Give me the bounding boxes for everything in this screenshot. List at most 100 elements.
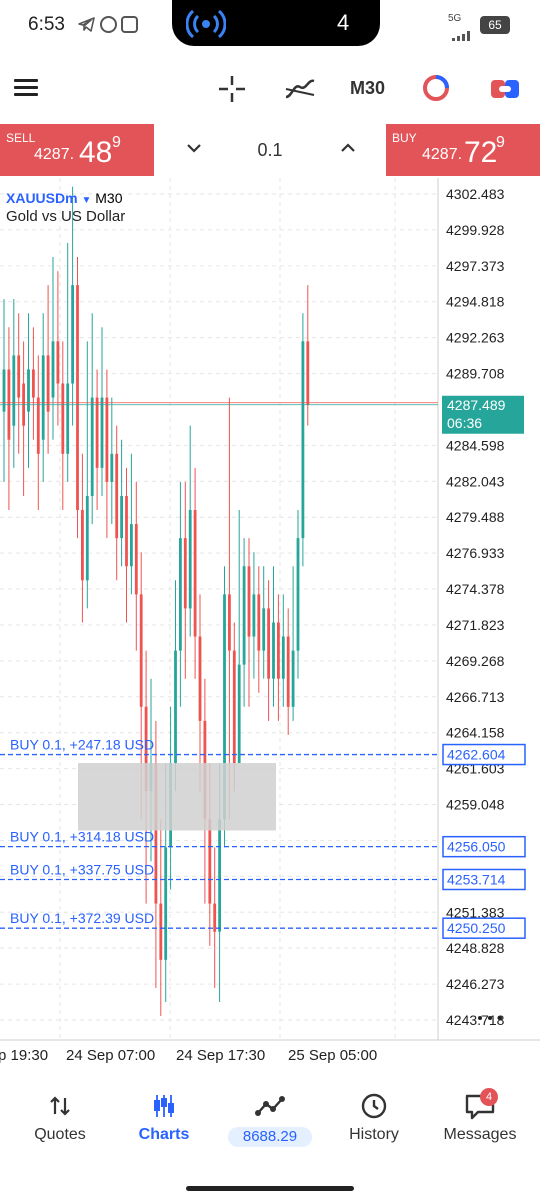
price-tick-label: 4292.263 bbox=[446, 330, 505, 346]
nav-quotes-label: Quotes bbox=[34, 1126, 86, 1143]
buy-price-sup: 9 bbox=[496, 134, 505, 151]
broadcast-icon bbox=[185, 8, 227, 46]
sell-price-sup: 9 bbox=[112, 134, 121, 151]
candle-body bbox=[12, 355, 16, 426]
price-tick-label: 4299.928 bbox=[446, 222, 505, 238]
candle-body bbox=[232, 650, 236, 764]
history-icon bbox=[320, 1090, 428, 1122]
candle-body bbox=[262, 608, 266, 651]
candle-body bbox=[66, 383, 70, 454]
price-tick-label: 4297.373 bbox=[446, 258, 505, 274]
candle-body bbox=[100, 397, 104, 468]
nav-charts-label: Charts bbox=[138, 1126, 190, 1143]
hamburger-menu-icon[interactable] bbox=[14, 79, 38, 97]
battery-icon: 65 bbox=[480, 16, 510, 34]
price-tick-label: 4294.818 bbox=[446, 294, 505, 310]
more-dot bbox=[488, 1016, 492, 1020]
current-price-label: 4287.489 bbox=[447, 397, 506, 413]
candle-body bbox=[134, 524, 138, 595]
messages-badge: 4 bbox=[480, 1088, 498, 1106]
home-indicator[interactable] bbox=[186, 1186, 354, 1191]
nav-quotes[interactable]: Quotes bbox=[6, 1090, 114, 1144]
new-order-icon[interactable] bbox=[490, 75, 520, 103]
chart-symbol[interactable]: XAUUSDm ▼ M30 bbox=[6, 190, 123, 206]
price-tick-label: 4266.713 bbox=[446, 689, 505, 705]
symbol-name[interactable]: XAUUSDm bbox=[6, 190, 78, 206]
more-dot bbox=[478, 1016, 482, 1020]
countdown-label: 06:36 bbox=[447, 415, 482, 431]
buy-label: BUY bbox=[392, 131, 417, 145]
network-type: 5G bbox=[448, 13, 462, 24]
signal-icon bbox=[452, 28, 472, 41]
price-tick-label: 4264.158 bbox=[446, 725, 505, 741]
price-tick-label: 4302.483 bbox=[446, 186, 505, 202]
nav-history[interactable]: History bbox=[320, 1090, 428, 1144]
price-tick-label: 4279.488 bbox=[446, 509, 505, 525]
time-tick-label: p 19:30 bbox=[0, 1047, 48, 1064]
position-label: BUY 0.1, +314.18 USD bbox=[10, 829, 154, 845]
price-tick-label: 4271.823 bbox=[446, 617, 505, 633]
candle-body bbox=[291, 650, 295, 707]
candle-body bbox=[130, 524, 133, 567]
candle-body bbox=[267, 608, 270, 679]
price-tick-label: 4246.273 bbox=[446, 976, 505, 992]
candle-body bbox=[306, 341, 310, 405]
candle-body bbox=[90, 397, 94, 496]
position-label: BUY 0.1, +337.75 USD bbox=[10, 861, 154, 877]
candle-body bbox=[17, 355, 21, 398]
volume-field[interactable]: 0.1 bbox=[220, 140, 320, 161]
time-tick-label: 24 Sep 17:30 bbox=[176, 1047, 265, 1064]
candle-body bbox=[105, 397, 109, 482]
algo-trading-icon[interactable] bbox=[422, 74, 450, 102]
sell-label: SELL bbox=[6, 131, 36, 145]
candle-body bbox=[301, 341, 305, 539]
more-dot bbox=[498, 1016, 502, 1020]
position-price-label: 4253.714 bbox=[447, 871, 506, 887]
candle-body bbox=[193, 510, 197, 637]
price-tick-label: 4243.718 bbox=[446, 1012, 505, 1028]
status-time: 6:53 bbox=[28, 14, 65, 35]
nav-charts[interactable]: Charts bbox=[110, 1090, 218, 1144]
time-tick-label: 25 Sep 05:00 bbox=[288, 1047, 377, 1064]
buy-price-big: 72 bbox=[464, 136, 498, 169]
candle-body bbox=[95, 397, 99, 468]
timeframe-button[interactable]: M30 bbox=[350, 78, 385, 99]
price-chart[interactable]: BUY 0.1, +247.18 USD BUY 0.1, +314.18 USD… bbox=[0, 178, 540, 1070]
candle-body bbox=[115, 453, 119, 539]
symbol-description: Gold vs US Dollar bbox=[6, 208, 126, 225]
candle-body bbox=[237, 664, 241, 764]
candle-body bbox=[125, 495, 128, 567]
crosshair-icon[interactable] bbox=[218, 75, 246, 103]
whatsapp-icon bbox=[100, 16, 117, 33]
candle-body bbox=[296, 538, 300, 651]
volume-increase-icon[interactable] bbox=[340, 140, 356, 156]
price-tick-label: 4289.708 bbox=[446, 366, 505, 382]
sell-button[interactable]: SELL 4287. 48 9 bbox=[0, 124, 154, 176]
charts-icon bbox=[110, 1090, 218, 1122]
volume-decrease-icon[interactable] bbox=[186, 140, 202, 156]
symbol-dropdown-icon[interactable]: ▼ bbox=[81, 195, 91, 206]
quotes-icon bbox=[6, 1090, 114, 1122]
candle-body bbox=[139, 594, 143, 707]
candle-body bbox=[179, 538, 182, 651]
candle-body bbox=[188, 510, 192, 609]
price-tick-label: 4259.048 bbox=[446, 797, 505, 813]
indicators-icon[interactable] bbox=[284, 75, 316, 103]
candle-body bbox=[286, 636, 290, 707]
account-balance[interactable]: 8688.29 bbox=[228, 1127, 312, 1147]
price-tick-label: 4274.378 bbox=[446, 581, 505, 597]
buy-price-small: 4287. bbox=[422, 146, 463, 163]
candle-body bbox=[61, 383, 65, 454]
time-tick-label: 24 Sep 07:00 bbox=[66, 1047, 155, 1064]
network-label: 5G bbox=[448, 13, 462, 24]
position-price-label: 4256.050 bbox=[447, 839, 506, 855]
nav-trade[interactable] bbox=[216, 1090, 324, 1122]
youtube-icon bbox=[121, 16, 138, 33]
candle-body bbox=[198, 636, 202, 721]
candle-body bbox=[120, 495, 123, 539]
buy-button[interactable]: BUY 4287. 72 9 bbox=[386, 124, 540, 176]
candle-body bbox=[183, 538, 187, 609]
candle-body bbox=[27, 369, 30, 412]
candle-body bbox=[272, 622, 275, 679]
candle-body bbox=[164, 847, 168, 960]
